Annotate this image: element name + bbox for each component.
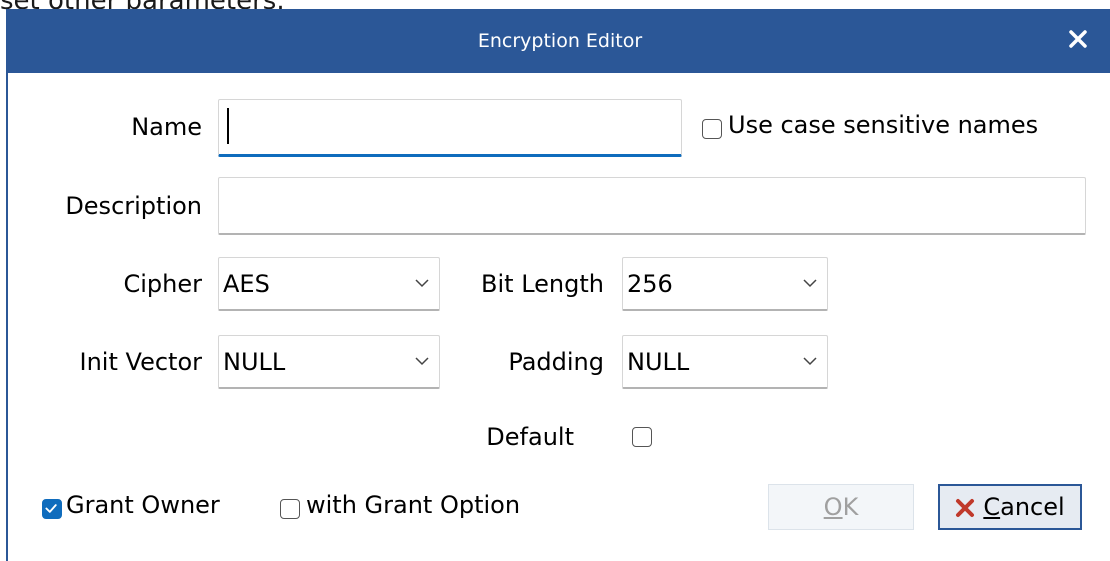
encryption-editor-dialog: Encryption Editor Name Use case sensitiv… bbox=[6, 9, 1110, 561]
text-caret bbox=[227, 108, 229, 144]
default-label: Default bbox=[486, 423, 574, 451]
checkmark-icon bbox=[45, 504, 57, 513]
title-bar: Encryption Editor bbox=[8, 9, 1110, 73]
cipher-select[interactable]: AES bbox=[218, 257, 440, 311]
cancel-button-mnemonic: C bbox=[983, 493, 1001, 521]
ok-button-mnemonic: O bbox=[823, 493, 843, 521]
close-icon[interactable] bbox=[1062, 23, 1094, 55]
chevron-down-icon bbox=[415, 279, 429, 288]
grant-owner-label[interactable]: Grant Owner bbox=[66, 491, 220, 519]
bit-length-select-value: 256 bbox=[627, 270, 673, 298]
description-input[interactable] bbox=[218, 177, 1086, 235]
chevron-down-icon bbox=[803, 279, 817, 288]
default-checkbox[interactable] bbox=[632, 427, 652, 447]
cipher-select-value: AES bbox=[223, 270, 270, 298]
init-vector-label: Init Vector bbox=[79, 348, 202, 376]
bit-length-select[interactable]: 256 bbox=[622, 257, 828, 311]
padding-select[interactable]: NULL bbox=[622, 335, 828, 389]
chevron-down-icon bbox=[415, 357, 429, 366]
window-title: Encryption Editor bbox=[477, 30, 643, 52]
cancel-button-label: ancel bbox=[1000, 493, 1065, 521]
init-vector-select-value: NULL bbox=[223, 348, 286, 376]
x-cancel-icon bbox=[956, 499, 975, 517]
grant-owner-checkbox[interactable] bbox=[42, 499, 62, 519]
ok-button-label: K bbox=[842, 493, 859, 521]
chevron-down-icon bbox=[803, 357, 817, 366]
grant-option-checkbox[interactable] bbox=[280, 499, 300, 519]
bit-length-label: Bit Length bbox=[481, 270, 604, 298]
padding-label: Padding bbox=[508, 348, 604, 376]
cancel-button[interactable]: Cancel bbox=[938, 484, 1082, 530]
ok-button[interactable]: OK bbox=[768, 484, 914, 530]
name-label: Name bbox=[131, 113, 202, 141]
cipher-label: Cipher bbox=[123, 270, 202, 298]
case-sensitive-checkbox[interactable] bbox=[702, 119, 722, 139]
init-vector-select[interactable]: NULL bbox=[218, 335, 440, 389]
padding-select-value: NULL bbox=[627, 348, 690, 376]
description-label: Description bbox=[65, 192, 202, 220]
case-sensitive-label[interactable]: Use case sensitive names bbox=[728, 111, 1038, 139]
grant-option-label[interactable]: with Grant Option bbox=[306, 491, 520, 519]
name-input[interactable] bbox=[218, 99, 682, 157]
